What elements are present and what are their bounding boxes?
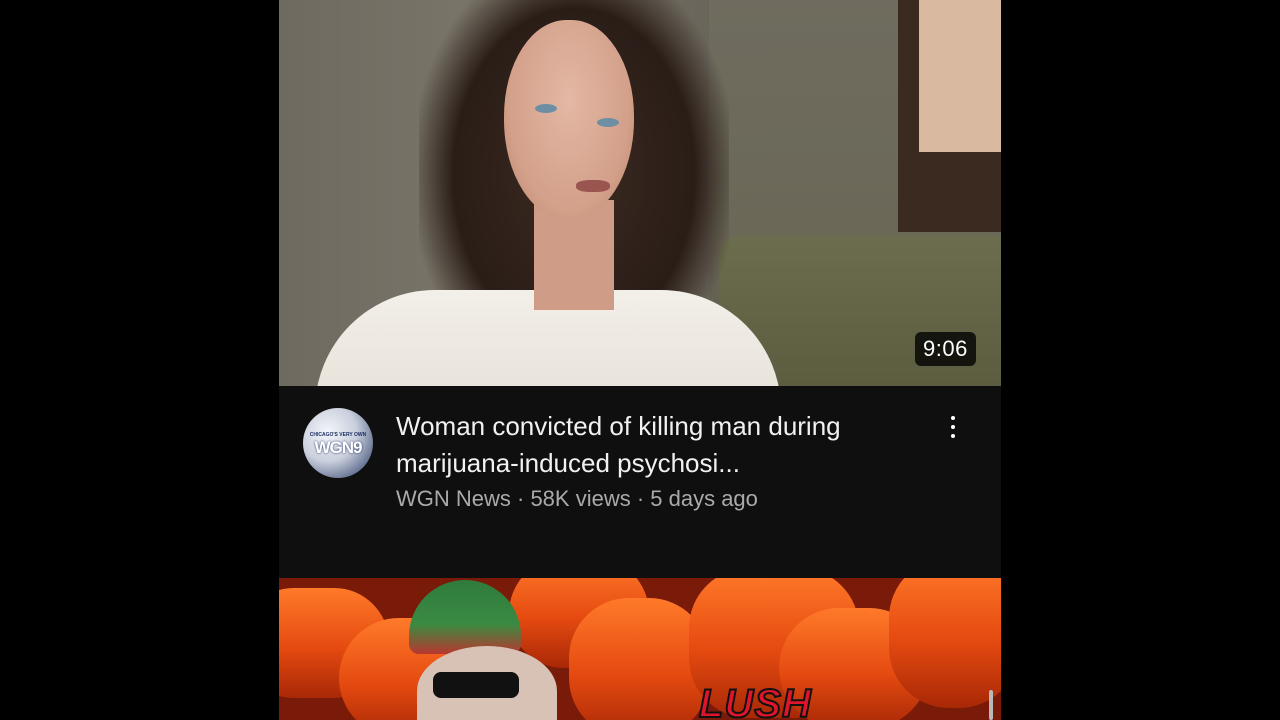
thumbnail-pepper xyxy=(889,578,1001,708)
more-vertical-icon[interactable] xyxy=(939,412,967,442)
video-thumbnail[interactable]: LUSH xyxy=(279,578,1001,720)
thumbnail-pepper xyxy=(569,598,709,720)
thumbnail-person-hat xyxy=(409,580,521,654)
thumbnail-picture-frame-inner xyxy=(919,0,1001,152)
video-thumbnail[interactable]: 9:06 xyxy=(279,0,1001,386)
duration-badge: 9:06 xyxy=(915,332,976,366)
thumbnail-person-sunglasses xyxy=(433,672,519,698)
thumbnail-person-mouth xyxy=(576,180,610,192)
video-details[interactable]: CHICAGO'S VERY OWN WGN9 Woman convicted … xyxy=(279,386,1001,578)
channel-avatar-logo: WGN9 xyxy=(314,438,363,457)
video-meta: WGN News · 58K views · 5 days ago xyxy=(396,486,758,511)
screen: 9:06 CHICAGO'S VERY OWN WGN9 Woman convi… xyxy=(0,0,1280,720)
thumbnail-person-eye-left xyxy=(535,104,557,113)
more-dot xyxy=(951,425,955,429)
more-dot xyxy=(951,434,955,438)
thumbnail-person-eye-right xyxy=(597,118,619,127)
scrollbar[interactable] xyxy=(989,690,993,720)
channel-avatar[interactable]: CHICAGO'S VERY OWN WGN9 xyxy=(303,408,373,478)
youtube-feed: 9:06 CHICAGO'S VERY OWN WGN9 Woman convi… xyxy=(279,0,1001,720)
more-dot xyxy=(951,416,955,420)
video-title[interactable]: Woman convicted of killing man during ma… xyxy=(396,408,936,482)
thumbnail-overlay-text: LUSH xyxy=(698,681,812,720)
